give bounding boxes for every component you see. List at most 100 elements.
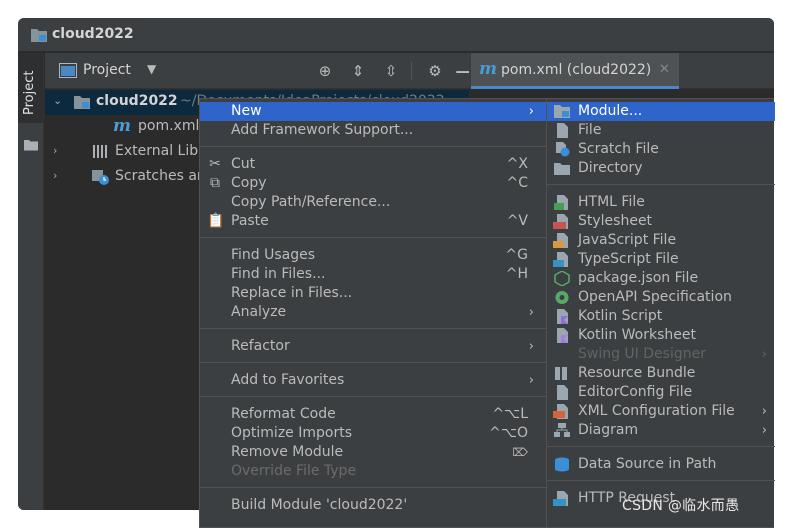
menu-item-label: Scratch File	[578, 141, 659, 157]
database-icon	[555, 457, 569, 472]
diagram-icon	[554, 423, 570, 437]
locate-icon[interactable]: ⊕	[315, 61, 335, 81]
submenu-item-editorconfig[interactable]: EditorConfig File	[547, 383, 775, 402]
menu-item-analyze[interactable]: Analyze ›	[200, 303, 546, 322]
maven-m-icon: m	[113, 116, 131, 136]
submenu-item-html-file[interactable]: HTML File	[547, 193, 775, 212]
submenu-arrow-icon: ›	[528, 373, 534, 388]
menu-item-label: Cut	[231, 156, 256, 172]
resource-bundle-icon	[555, 367, 567, 380]
menu-item-remove-module[interactable]: Remove Module ⌦	[200, 443, 546, 462]
menu-item-shortcut: ^C	[506, 175, 528, 191]
menu-item-label: Reformat Code	[231, 406, 336, 422]
editor-tab-pom[interactable]: m pom.xml (cloud2022) ✕	[471, 53, 679, 89]
scratch-clock-icon	[92, 170, 109, 185]
menu-item-copy-path[interactable]: Copy Path/Reference...	[200, 193, 546, 212]
menu-item-reformat-code[interactable]: Reformat Code ^⌥L	[200, 405, 546, 424]
menu-item-copy[interactable]: ⧉ Copy ^C	[200, 174, 546, 193]
submenu-item-kotlin-worksheet[interactable]: Kotlin Worksheet	[547, 326, 775, 345]
submenu-item-kotlin-script[interactable]: Kotlin Script	[547, 307, 775, 326]
submenu-item-directory[interactable]: Directory	[547, 159, 775, 178]
menu-item-label: Data Source in Path	[578, 456, 717, 472]
submenu-item-typescript-file[interactable]: TypeScript File	[547, 250, 775, 269]
chevron-down-icon[interactable]: ▼	[147, 62, 156, 76]
menu-item-new[interactable]: New ›	[200, 102, 546, 121]
project-stripe-label: Project	[22, 70, 37, 115]
menu-item-replace-in-files[interactable]: Replace in Files...	[200, 284, 546, 303]
menu-item-shortcut: ^X	[506, 156, 528, 172]
submenu-item-scratch-file[interactable]: Scratch File	[547, 140, 775, 159]
submenu-item-javascript-file[interactable]: JavaScript File	[547, 231, 775, 250]
toolbar-divider	[411, 62, 412, 80]
gear-icon[interactable]: ⚙	[425, 61, 445, 81]
menu-item-add-to-favorites[interactable]: Add to Favorites ›	[200, 371, 546, 390]
collapse-all-icon[interactable]: ⇳	[381, 61, 401, 81]
project-view-selector[interactable]: Project	[83, 62, 131, 78]
menu-item-label: Analyze	[231, 304, 287, 320]
submenu-item-xml-configuration[interactable]: XML Configuration File ›	[547, 402, 775, 421]
menu-item-label: package.json File	[578, 270, 699, 286]
module-folder-icon	[31, 29, 47, 42]
menu-item-label: Add to Favorites	[231, 372, 345, 388]
submenu-item-openapi[interactable]: OpenAPI Specification	[547, 288, 775, 307]
submenu-item-diagram[interactable]: Diagram ›	[547, 421, 775, 440]
submenu-item-module[interactable]: Module...	[547, 102, 775, 121]
menu-item-build-module[interactable]: Build Module 'cloud2022'	[200, 496, 546, 515]
menu-item-shortcut: ^H	[505, 266, 528, 282]
menu-item-label: Remove Module	[231, 444, 344, 460]
expand-all-icon[interactable]: ⇕	[348, 61, 368, 81]
tree-pom-label: pom.xml	[138, 118, 200, 134]
menu-item-paste[interactable]: 📋 Paste ^V	[200, 212, 546, 231]
submenu-item-stylesheet[interactable]: Stylesheet	[547, 212, 775, 231]
menu-item-cut[interactable]: ✂ Cut ^X	[200, 155, 546, 174]
menu-item-label: Replace in Files...	[231, 285, 353, 301]
menu-separator	[200, 487, 546, 488]
title-bar: cloud2022	[18, 18, 774, 52]
menu-item-label: Directory	[578, 160, 643, 176]
chevron-right-icon[interactable]: ›	[53, 169, 57, 182]
menu-separator	[547, 480, 775, 481]
menu-item-label: Add Framework Support...	[231, 122, 414, 138]
module-folder-icon	[74, 96, 90, 109]
menu-item-find-usages[interactable]: Find Usages ^G	[200, 246, 546, 265]
kotlin-worksheet-icon	[557, 328, 568, 343]
project-stripe-tab[interactable]: Project	[18, 53, 43, 123]
submenu-item-package-json[interactable]: package.json File	[547, 269, 775, 288]
menu-item-shortcut: ^⌥L	[492, 406, 528, 422]
menu-separator	[200, 237, 546, 238]
menu-item-label: Find in Files...	[231, 266, 326, 282]
submenu-item-resource-bundle[interactable]: Resource Bundle	[547, 364, 775, 383]
openapi-icon	[555, 291, 569, 304]
menu-item-label: Copy Path/Reference...	[231, 194, 391, 210]
menu-separator	[547, 184, 775, 185]
library-bars-icon	[93, 145, 107, 158]
menu-item-add-framework-support[interactable]: Add Framework Support...	[200, 121, 546, 140]
menu-item-label: File	[578, 122, 602, 138]
submenu-arrow-icon: ›	[528, 339, 534, 354]
menu-item-refactor[interactable]: Refactor ›	[200, 337, 546, 356]
menu-item-label: HTML File	[578, 194, 645, 210]
maven-m-icon: m	[479, 59, 497, 79]
menu-item-label: Build Module 'cloud2022'	[231, 497, 408, 513]
left-tool-stripe: Project	[18, 53, 44, 510]
submenu-arrow-icon: ›	[528, 104, 534, 119]
menu-item-optimize-imports[interactable]: Optimize Imports ^⌥O	[200, 424, 546, 443]
editor-tab-label: pom.xml (cloud2022)	[501, 62, 652, 78]
watermark: CSDN @临水而愚	[622, 498, 740, 514]
context-menu: New › Add Framework Support... ✂ Cut ^X …	[199, 98, 547, 528]
menu-item-label: Override File Type	[231, 463, 357, 479]
close-icon[interactable]: ✕	[659, 62, 670, 77]
menu-item-label: JavaScript File	[578, 232, 677, 248]
menu-item-label: Copy	[231, 175, 267, 191]
menu-item-label: Optimize Imports	[231, 425, 352, 441]
menu-item-find-in-files[interactable]: Find in Files... ^H	[200, 265, 546, 284]
chevron-right-icon[interactable]: ›	[53, 144, 57, 157]
menu-separator	[200, 396, 546, 397]
submenu-item-file[interactable]: File	[547, 121, 775, 140]
new-submenu: Module... File Scratch File Directory HT…	[546, 98, 775, 528]
submenu-arrow-icon: ›	[761, 347, 767, 362]
project-view-icon	[59, 63, 77, 78]
menu-item-label: Paste	[231, 213, 269, 229]
chevron-down-icon[interactable]: ⌄	[53, 94, 62, 107]
submenu-item-data-source[interactable]: Data Source in Path	[547, 455, 775, 474]
